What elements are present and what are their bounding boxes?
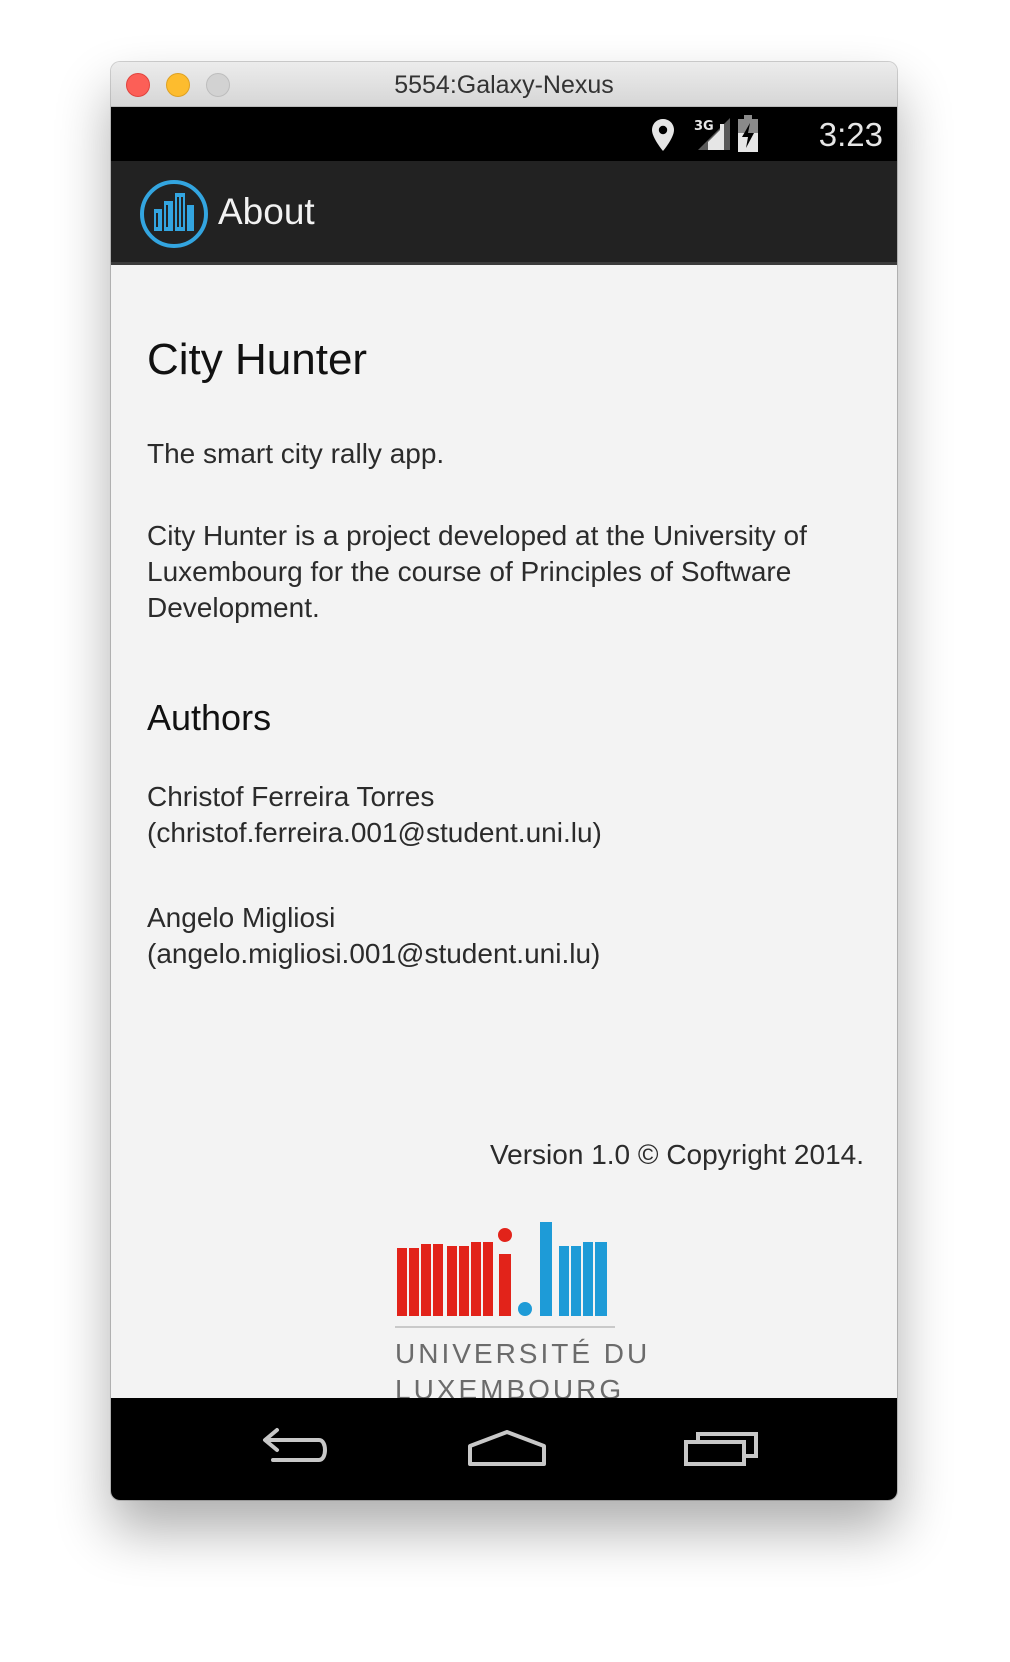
about-content: City Hunter The smart city rally app. Ci… — [111, 265, 897, 1405]
app-description: City Hunter is a project developed at th… — [147, 520, 807, 623]
location-pin-icon — [652, 119, 674, 151]
recent-apps-icon[interactable] — [678, 1420, 768, 1480]
back-icon[interactable] — [247, 1420, 337, 1480]
status-bar: 3G 3:23 — [111, 107, 897, 161]
app-tagline: The smart city rally app. — [147, 438, 445, 469]
emulator-window: 5554:Galaxy-Nexus 3G 3:23 About City Hun… — [111, 62, 897, 1500]
action-bar: About — [111, 161, 897, 265]
window-title: 5554:Galaxy-Nexus — [394, 71, 614, 99]
version-copyright: Version 1.0 © Copyright 2014. — [490, 1139, 864, 1170]
city-hunter-app-icon[interactable] — [139, 179, 209, 249]
author-name: Angelo Migliosi — [147, 902, 336, 933]
status-time: 3:23 — [818, 116, 883, 153]
battery-charging-icon — [738, 115, 758, 152]
authors-heading: Authors — [147, 697, 272, 738]
university-logo: UNIVERSITÉ DU LUXEMBOURG — [395, 1220, 651, 1410]
author-email: (angelo.migliosi.001@student.uni.lu) — [147, 938, 601, 969]
author-email: (christof.ferreira.001@student.uni.lu) — [147, 817, 602, 848]
navigation-bar — [111, 1398, 897, 1500]
app-name-heading: City Hunter — [147, 335, 368, 384]
home-icon[interactable] — [462, 1420, 552, 1480]
logo-text-line-1: UNIVERSITÉ DU — [395, 1338, 651, 1369]
action-bar-title: About — [218, 191, 315, 232]
author-name: Christof Ferreira Torres — [147, 781, 435, 812]
network-type-label: 3G — [694, 119, 714, 134]
uni-lu-logo-mark — [395, 1222, 615, 1328]
signal-3g-icon: 3G — [694, 118, 730, 150]
window-titlebar: 5554:Galaxy-Nexus — [111, 62, 897, 107]
